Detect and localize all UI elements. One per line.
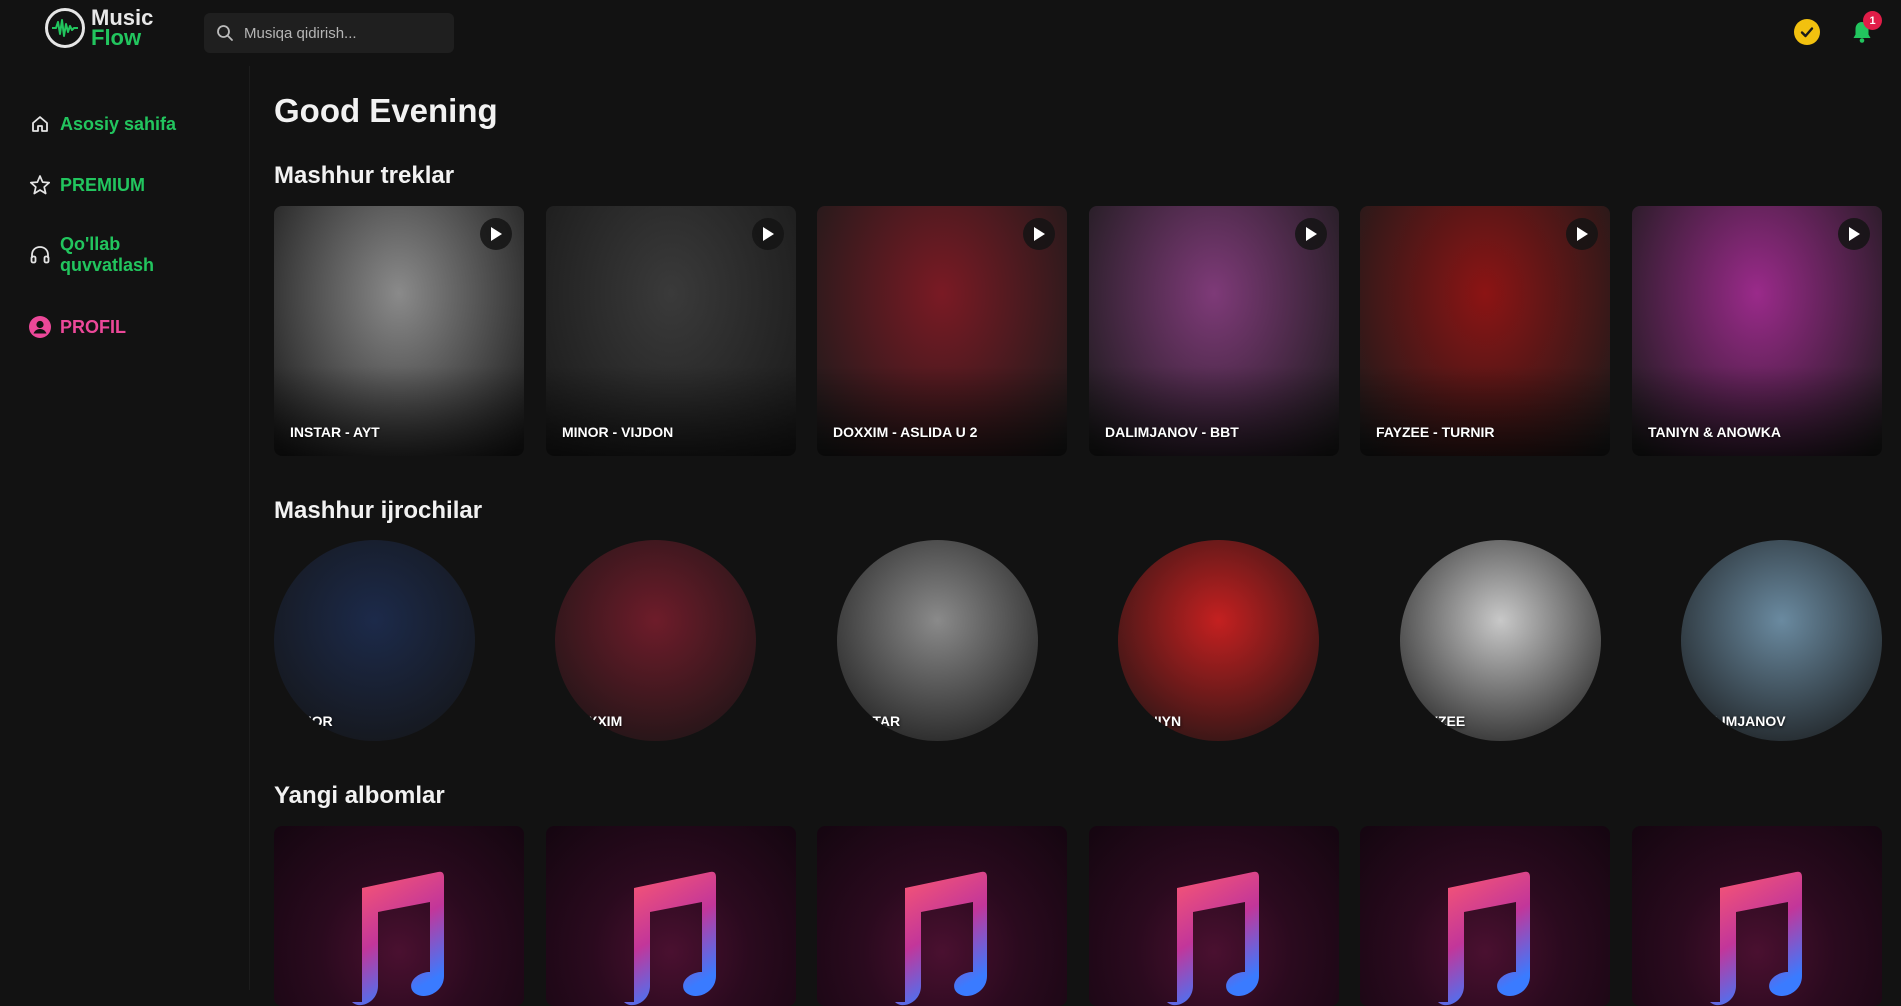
music-note-icon <box>624 871 716 1006</box>
sidebar-item-label: PROFIL <box>60 316 126 337</box>
section-title-artists: Mashhur ijrochilar <box>274 497 483 524</box>
card-shade <box>1089 366 1339 456</box>
sidebar-item-label: Qo'llab quvvatlash <box>60 234 155 275</box>
artist-name: TANIYN <box>1130 713 1182 729</box>
top-header: Music Flow 1 <box>0 0 1901 66</box>
track-card[interactable]: MINOR - VIJDON <box>546 206 796 456</box>
album-card[interactable] <box>274 826 524 1006</box>
main-content: Good Evening Mashhur treklar INSTAR - AY… <box>274 66 1901 1006</box>
sidebar: Asosiy sahifa PREMIUM Qo'llab quvvatlash <box>0 66 250 990</box>
home-icon <box>28 112 52 136</box>
albums-row <box>274 826 1884 1006</box>
artist-avatar[interactable]: DALIMJANOV <box>1681 540 1882 741</box>
music-note-icon <box>352 871 444 1006</box>
music-note-icon <box>1167 871 1259 1006</box>
artist-avatar[interactable]: DOXXIM <box>555 540 756 741</box>
album-card[interactable] <box>1089 826 1339 1006</box>
user-circle-icon <box>28 315 52 339</box>
sidebar-item-home[interactable]: Asosiy sahifa <box>28 112 176 136</box>
waveform-icon <box>45 8 85 48</box>
card-shade <box>817 366 1067 456</box>
track-title: DALIMJANOV - BBT <box>1105 424 1239 440</box>
album-card[interactable] <box>546 826 796 1006</box>
track-card[interactable]: DOXXIM - ASLIDA U 2 <box>817 206 1067 456</box>
section-title-albums: Yangi albomlar <box>274 782 445 809</box>
artist-name: FAYZEE <box>1412 713 1466 729</box>
sidebar-item-premium[interactable]: PREMIUM <box>28 173 145 197</box>
notification-count-badge: 1 <box>1863 11 1882 30</box>
track-title: MINOR - VIJDON <box>562 424 674 440</box>
star-icon <box>28 173 52 197</box>
search-icon <box>217 25 233 41</box>
artist-name: MINOR <box>286 713 333 729</box>
play-icon[interactable] <box>752 218 784 250</box>
card-shade <box>274 366 524 456</box>
logo-text-flow: Flow <box>91 25 142 50</box>
card-shade <box>1632 366 1882 456</box>
play-icon[interactable] <box>1838 218 1870 250</box>
track-title: FAYZEE - TURNIR <box>1376 424 1495 440</box>
artist-avatar[interactable]: INSTAR <box>837 540 1038 741</box>
section-title-tracks: Mashhur treklar <box>274 162 455 189</box>
play-icon[interactable] <box>1566 218 1598 250</box>
album-card[interactable] <box>1360 826 1610 1006</box>
page-title: Good Evening <box>274 92 498 129</box>
artist-name: DALIMJANOV <box>1693 713 1786 729</box>
artist-name: DOXXIM <box>567 713 623 729</box>
track-card[interactable]: TANIYN & ANOWKA <box>1632 206 1882 456</box>
track-card[interactable]: FAYZEE - TURNIR <box>1360 206 1610 456</box>
album-card[interactable] <box>817 826 1067 1006</box>
sidebar-item-label: Asosiy sahifa <box>60 113 177 134</box>
track-card[interactable]: INSTAR - AYT <box>274 206 524 456</box>
headphones-icon <box>28 243 52 267</box>
tracks-row: INSTAR - AYT MINOR - VIJDON DOXXIM - ASLID… <box>274 206 1884 456</box>
track-title: DOXXIM - ASLIDA U 2 <box>833 424 978 440</box>
card-shade <box>546 366 796 456</box>
search-input[interactable] <box>244 24 444 42</box>
artist-name: INSTAR <box>849 713 901 729</box>
music-note-icon <box>1710 871 1802 1006</box>
artist-avatar[interactable]: MINOR <box>274 540 475 741</box>
track-title: TANIYN & ANOWKA <box>1648 424 1781 440</box>
album-card[interactable] <box>1632 826 1882 1006</box>
music-note-icon <box>895 871 987 1006</box>
music-note-icon <box>1438 871 1530 1006</box>
play-icon[interactable] <box>1295 218 1327 250</box>
card-shade <box>1360 366 1610 456</box>
track-title: INSTAR - AYT <box>290 424 380 440</box>
artist-avatar[interactable]: FAYZEE <box>1400 540 1601 741</box>
play-icon[interactable] <box>1023 218 1055 250</box>
artist-avatar[interactable]: TANIYN <box>1118 540 1319 741</box>
sidebar-item-support[interactable]: Qo'llab quvvatlash <box>28 234 170 276</box>
app-logo[interactable]: Music Flow <box>45 7 153 50</box>
search-bar[interactable] <box>204 13 454 53</box>
play-icon[interactable] <box>480 218 512 250</box>
track-card[interactable]: DALIMJANOV - BBT <box>1089 206 1339 456</box>
sidebar-item-label: PREMIUM <box>60 174 145 195</box>
sidebar-item-profile[interactable]: PROFIL <box>28 315 126 339</box>
verified-badge-icon[interactable] <box>1794 19 1820 45</box>
artists-row: MINOR DOXXIM INSTAR TANIYN FAYZEE DALIMJANOV <box>274 540 1884 742</box>
